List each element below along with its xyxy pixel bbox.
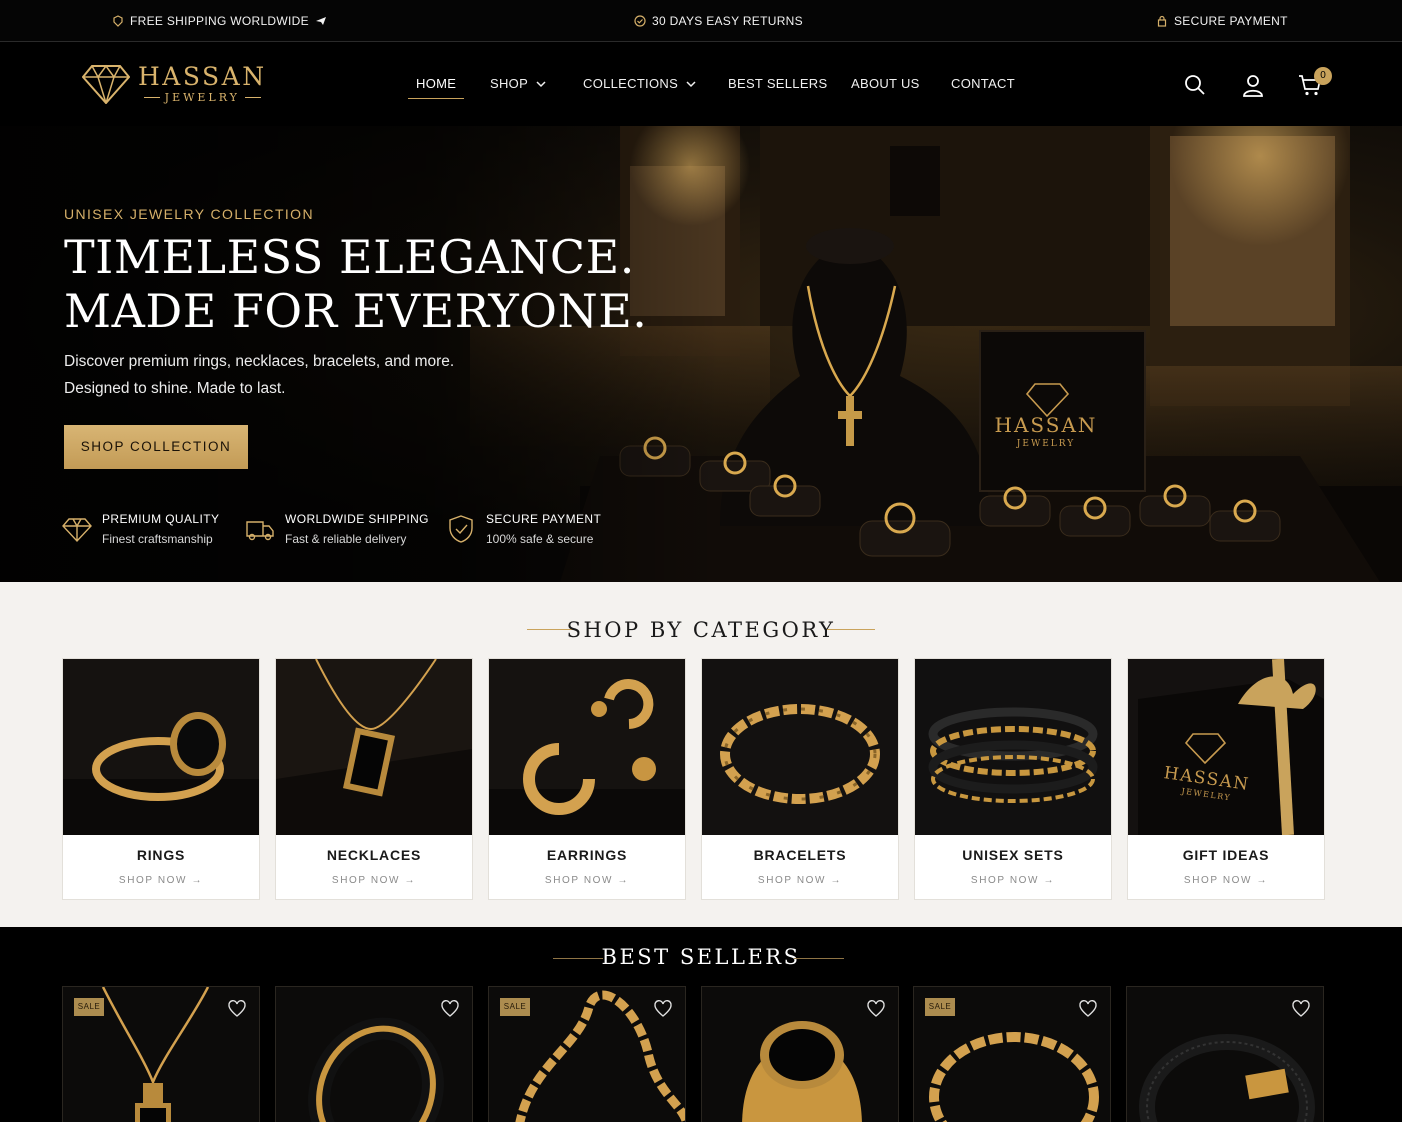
hero-title: TIMELESS ELEGANCE. MADE FOR EVERYONE. — [64, 230, 648, 338]
cart-count-badge: 0 — [1314, 67, 1332, 85]
earrings-image — [489, 659, 685, 835]
shield-check-icon — [449, 515, 473, 543]
brand-logo[interactable]: HASSAN JEWELRY — [82, 63, 267, 104]
category-name: BRACELETS — [753, 847, 847, 863]
shop-collection-button[interactable]: SHOP COLLECTION — [64, 425, 248, 469]
secure-payment-text: SECURE PAYMENT — [1174, 14, 1288, 28]
category-card-unisex-sets[interactable]: UNISEX SETS SHOP NOW → — [914, 658, 1112, 900]
check-circle-icon — [634, 15, 646, 27]
heart-icon[interactable] — [1291, 999, 1311, 1019]
product-card[interactable] — [275, 986, 473, 1122]
secure-payment-notice: SECURE PAYMENT — [1156, 14, 1288, 28]
heart-icon[interactable] — [653, 999, 673, 1019]
free-shipping-notice: FREE SHIPPING WORLDWIDE — [112, 14, 327, 28]
sale-badge: SALE — [925, 998, 955, 1016]
shop-now-link[interactable]: SHOP NOW → — [1128, 875, 1324, 886]
feature-subtitle: Fast & reliable delivery — [285, 532, 407, 546]
sale-badge: SALE — [500, 998, 530, 1016]
category-name: NECKLACES — [326, 847, 422, 863]
nav-collections[interactable]: COLLECTIONS — [583, 76, 696, 91]
nav-shop[interactable]: SHOP — [490, 76, 546, 91]
hero-box-subtitle: JEWELRY — [1016, 439, 1075, 449]
brand-subtitle: JEWELRY — [144, 91, 261, 104]
feature-secure-payment: SECURE PAYMENT 100% safe & secure — [446, 512, 601, 546]
best-sellers-section: BEST SELLERS SALE SALE SALE — [0, 927, 1402, 1122]
shop-now-link[interactable]: SHOP NOW → — [702, 875, 898, 886]
feature-premium-quality: PREMIUM QUALITY Finest craftsmanship — [62, 512, 219, 546]
main-navigation: HASSAN JEWELRY HOME SHOP COLLECTIONS BES… — [0, 43, 1402, 126]
nav-home[interactable]: HOME — [407, 76, 465, 99]
section-title: SHOP BY CATEGORY — [566, 618, 836, 642]
returns-notice: 30 DAYS EASY RETURNS — [634, 14, 803, 28]
category-card-rings[interactable]: RINGS SHOP NOW → — [62, 658, 260, 900]
chevron-down-icon — [686, 80, 696, 87]
category-name: RINGS — [136, 847, 186, 863]
product-card[interactable]: SALE — [62, 986, 260, 1122]
brand-name: HASSAN — [138, 62, 267, 91]
shop-now-link[interactable]: SHOP NOW → — [63, 875, 259, 886]
heart-icon[interactable] — [866, 999, 886, 1019]
chevron-down-icon — [536, 80, 546, 87]
hero-banner: HASSAN JEWELRY UNISEX JEWELRY COLLECTION… — [0, 126, 1402, 582]
unisex-sets-image — [915, 659, 1111, 835]
feature-title: PREMIUM QUALITY — [102, 512, 220, 526]
hero-eyebrow: UNISEX JEWELRY COLLECTION — [64, 206, 314, 222]
product-card[interactable] — [701, 986, 899, 1122]
feature-title: SECURE PAYMENT — [486, 512, 602, 526]
nav-best-sellers[interactable]: BEST SELLERS — [728, 76, 827, 91]
sale-badge: SALE — [74, 998, 104, 1016]
bracelets-image — [702, 659, 898, 835]
nav-contact[interactable]: CONTACT — [951, 76, 1015, 91]
hero-box-brand: HASSAN — [995, 413, 1098, 437]
returns-text: 30 DAYS EASY RETURNS — [652, 14, 803, 28]
search-icon[interactable] — [1183, 73, 1207, 97]
category-name: UNISEX SETS — [962, 847, 1064, 863]
truck-icon — [246, 521, 274, 541]
rings-image — [63, 659, 259, 835]
product-card[interactable]: SALE — [488, 986, 686, 1122]
heart-icon[interactable] — [440, 999, 460, 1019]
feature-title: WORLDWIDE SHIPPING — [285, 512, 429, 526]
shop-now-link[interactable]: SHOP NOW → — [915, 875, 1111, 886]
category-card-necklaces[interactable]: NECKLACES SHOP NOW → — [275, 658, 473, 900]
user-icon[interactable] — [1241, 73, 1265, 97]
necklaces-image — [276, 658, 472, 835]
free-shipping-text: FREE SHIPPING WORLDWIDE — [130, 14, 309, 28]
lock-icon — [1157, 15, 1167, 27]
feature-subtitle: 100% safe & secure — [486, 532, 594, 546]
hero-description: Discover premium rings, necklaces, brace… — [64, 353, 455, 397]
plane-icon — [315, 17, 326, 25]
category-name: GIFT IDEAS — [1182, 847, 1270, 863]
announcement-bar: FREE SHIPPING WORLDWIDE 30 DAYS EASY RET… — [0, 0, 1402, 42]
shop-by-category-section: SHOP BY CATEGORY RINGS SHOP NOW → NECKLA… — [0, 582, 1402, 927]
shop-now-link[interactable]: SHOP NOW → — [489, 875, 685, 886]
feature-worldwide-shipping: WORLDWIDE SHIPPING Fast & reliable delive… — [245, 512, 429, 546]
product-card[interactable] — [1126, 986, 1324, 1122]
heart-icon[interactable] — [1078, 999, 1098, 1019]
diamond-logo-icon — [82, 64, 130, 104]
feature-subtitle: Finest craftsmanship — [102, 532, 213, 546]
shop-now-link[interactable]: SHOP NOW → — [276, 875, 472, 886]
section-title: BEST SELLERS — [601, 945, 801, 969]
nav-about-us[interactable]: ABOUT US — [851, 76, 920, 91]
product-card[interactable]: SALE — [913, 986, 1111, 1122]
gift-ideas-image: HASSAN JEWELRY — [1128, 658, 1324, 836]
diamond-icon — [62, 518, 92, 543]
heart-icon[interactable] — [227, 999, 247, 1019]
category-card-gift-ideas[interactable]: HASSAN JEWELRY GIFT IDEAS SHOP NOW → — [1127, 658, 1325, 900]
category-card-bracelets[interactable]: BRACELETS SHOP NOW → — [701, 658, 899, 900]
category-card-earrings[interactable]: EARRINGS SHOP NOW → — [488, 658, 686, 900]
category-name: EARRINGS — [546, 847, 628, 863]
badge-icon — [113, 15, 123, 27]
